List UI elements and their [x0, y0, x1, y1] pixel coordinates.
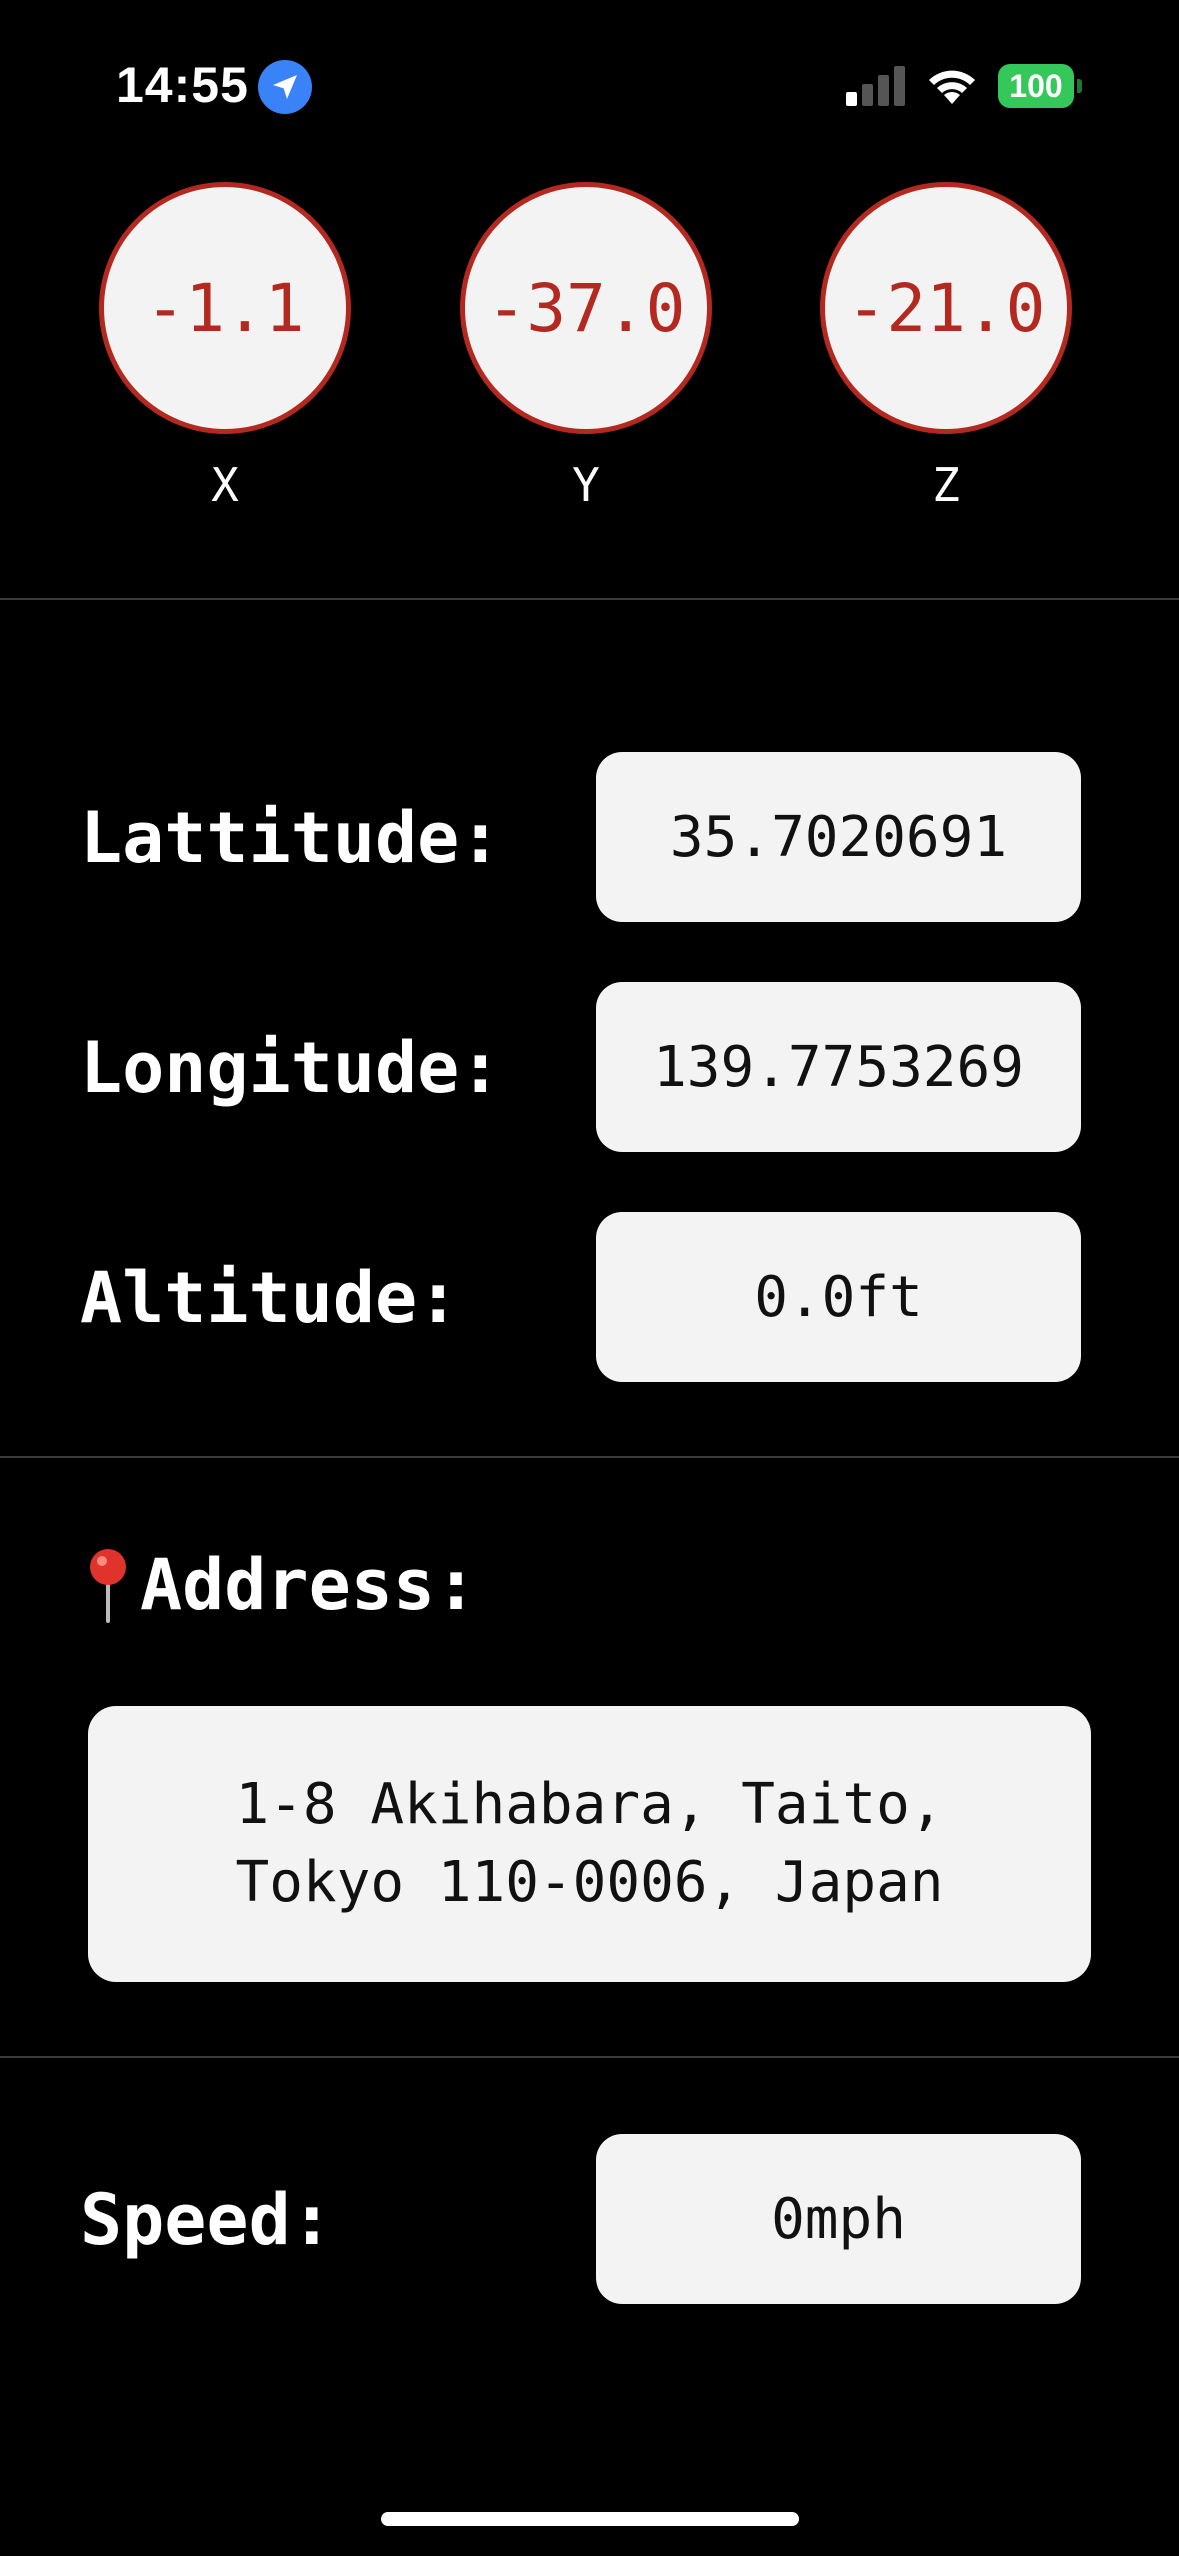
address-heading: Address:: [82, 1540, 477, 1630]
wifi-icon: [924, 64, 980, 110]
cellular-signal-icon: [846, 66, 908, 110]
y-axis-label: Y: [572, 458, 600, 512]
location-arrow-icon: [258, 60, 312, 114]
x-axis-label: X: [211, 458, 239, 512]
z-gauge: -21.0: [820, 182, 1072, 434]
battery-indicator: 100: [998, 64, 1074, 108]
x-gauge: -1.1: [99, 182, 351, 434]
section-divider: [0, 2056, 1179, 2058]
pin-icon: [82, 1545, 134, 1625]
longitude-value: 139.7753269: [653, 1034, 1024, 1100]
y-value: -37.0: [486, 269, 686, 347]
status-time: 14:55: [116, 57, 249, 113]
status-bar: 14:55 100: [0, 0, 1179, 175]
speed-field: 0mph: [596, 2134, 1081, 2304]
longitude-label: Longitude:: [80, 1027, 502, 1109]
section-divider: [0, 1456, 1179, 1458]
z-axis-label: Z: [932, 458, 960, 512]
section-divider: [0, 598, 1179, 600]
speed-value: 0mph: [771, 2186, 906, 2252]
altitude-field: 0.0ft: [596, 1212, 1081, 1382]
speed-label: Speed:: [80, 2179, 333, 2261]
altitude-value: 0.0ft: [754, 1264, 923, 1330]
home-indicator[interactable]: [381, 2512, 799, 2526]
latitude-field: 35.7020691: [596, 752, 1081, 922]
latitude-value: 35.7020691: [669, 804, 1008, 870]
app-screen: 14:55 100 -1.1 -37.0 -21.0 X Y Z Lattitu…: [0, 0, 1179, 2556]
battery-tip: [1077, 79, 1082, 93]
z-value: -21.0: [846, 269, 1046, 347]
y-gauge: -37.0: [460, 182, 712, 434]
latitude-label: Lattitude:: [80, 797, 502, 879]
x-value: -1.1: [145, 269, 305, 347]
address-value: 1-8 Akihabara, Taito, Tokyo 110-0006, Ja…: [235, 1772, 944, 1915]
address-field: 1-8 Akihabara, Taito, Tokyo 110-0006, Ja…: [88, 1706, 1091, 1982]
address-label: Address:: [140, 1544, 478, 1626]
altitude-label: Altitude:: [80, 1257, 460, 1339]
longitude-field: 139.7753269: [596, 982, 1081, 1152]
